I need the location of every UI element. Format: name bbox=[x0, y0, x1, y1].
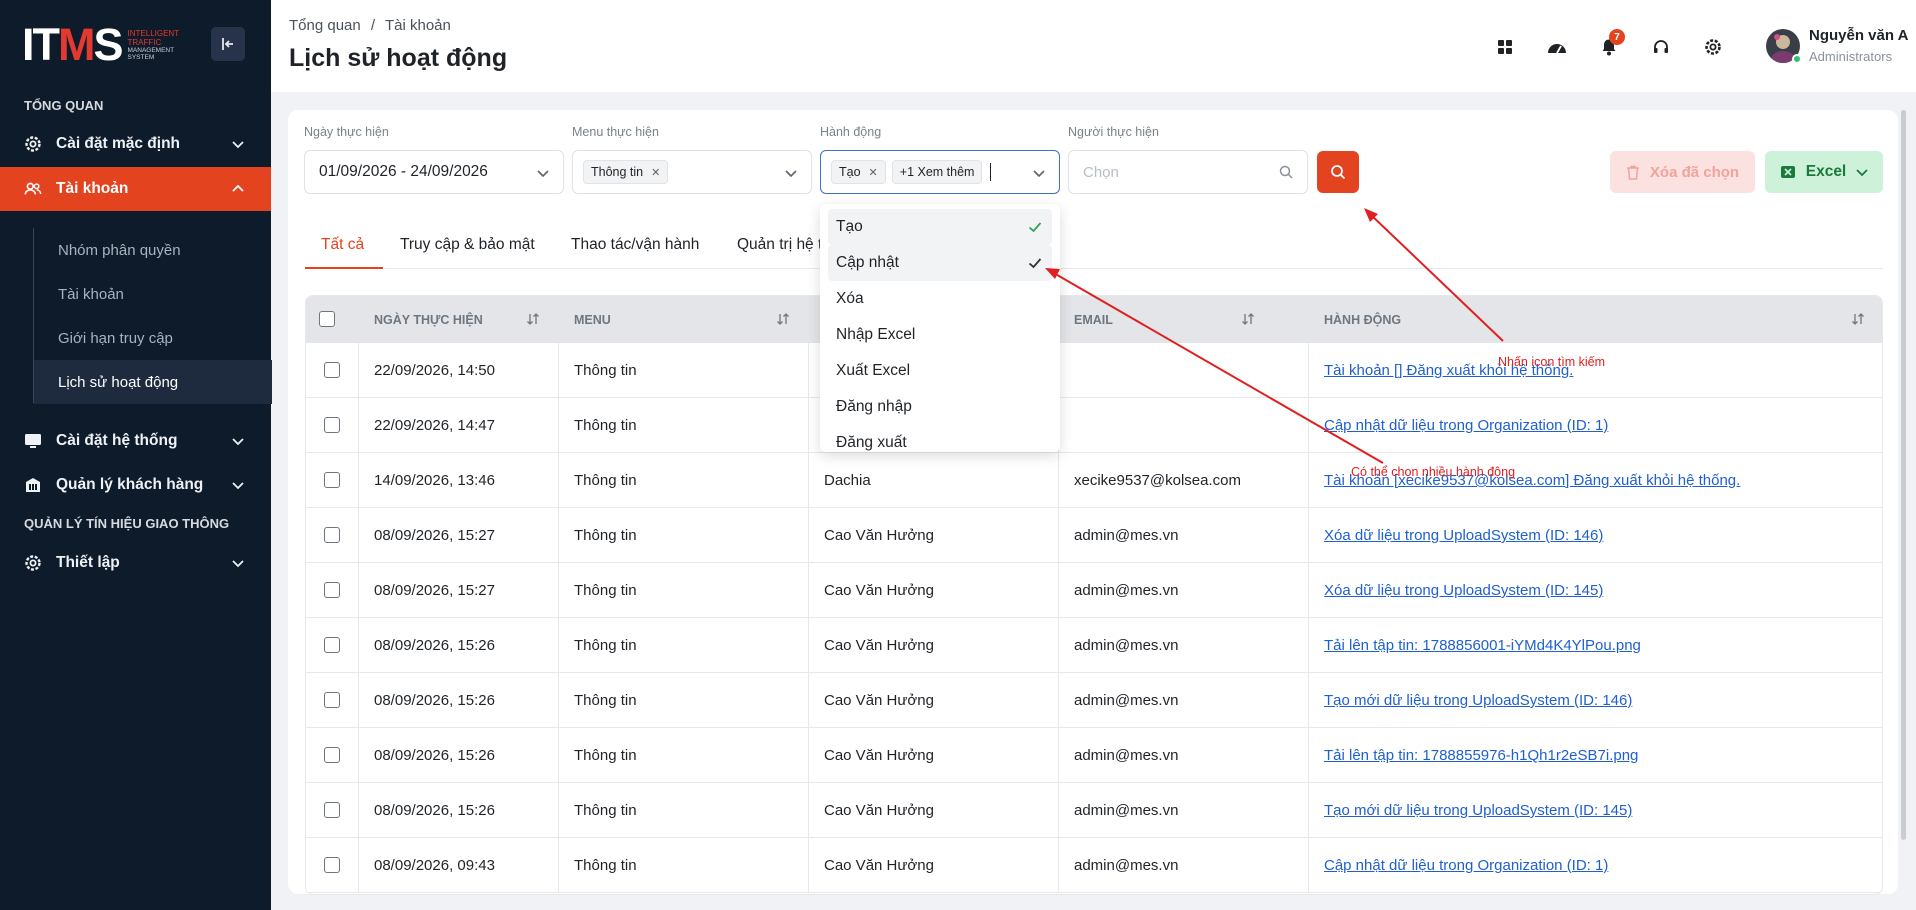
annotation-search-hint: Nhấn icon tìm kiếm bbox=[1498, 355, 1605, 369]
annotation-arrows bbox=[1045, 208, 1504, 464]
page-scrollbar[interactable] bbox=[1901, 110, 1906, 840]
annotation-multi-select-hint: Có thể chọn nhiều hành động bbox=[1351, 465, 1516, 479]
